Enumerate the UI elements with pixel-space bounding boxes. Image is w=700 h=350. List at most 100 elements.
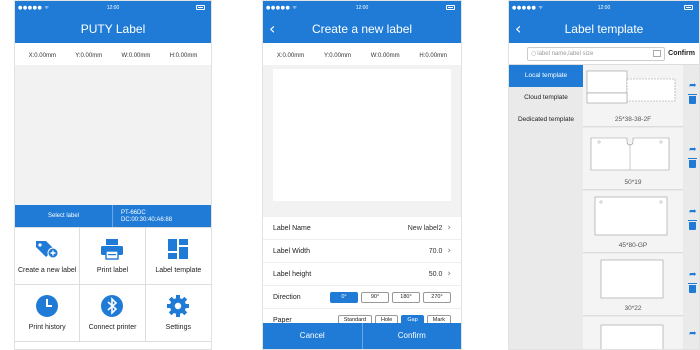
app-header: ‹ Create a new label bbox=[263, 15, 461, 43]
label-name-label: Label Name bbox=[273, 224, 311, 232]
template-body: Local template Cloud template Dedicated … bbox=[509, 65, 699, 349]
label-template-text: Label template bbox=[155, 267, 202, 274]
page-title: Create a new label bbox=[311, 22, 413, 36]
template-actions: ➦ bbox=[688, 81, 699, 104]
label-canvas[interactable] bbox=[273, 69, 451, 201]
main-menu-grid: Create a new label Print label Label tem… bbox=[15, 227, 211, 342]
status-time: 12:00 bbox=[597, 5, 611, 11]
back-icon[interactable]: ‹ bbox=[269, 15, 275, 43]
battery-icon bbox=[446, 5, 455, 10]
select-label-button[interactable]: Select label bbox=[15, 205, 113, 227]
clock-icon bbox=[36, 295, 59, 317]
device-info[interactable]: PT-66DC DC:00:30:40:A6:88 bbox=[113, 205, 211, 227]
template-grid-icon bbox=[168, 239, 189, 259]
category-sidebar: Local template Cloud template Dedicated … bbox=[509, 65, 583, 349]
print-history-text: Print history bbox=[28, 324, 66, 331]
label-width-row[interactable]: Label Width 70.0 › bbox=[263, 240, 461, 263]
delete-icon[interactable] bbox=[688, 220, 697, 230]
direction-label: Direction bbox=[273, 293, 301, 301]
search-input[interactable]: ○ label name,label size bbox=[527, 46, 666, 61]
dimension-readout: X:0.00mm Y:0.00mm W:0.00mm H:0.00mm bbox=[263, 43, 461, 65]
share-icon[interactable]: ➦ bbox=[689, 207, 699, 217]
print-label-text: Print label bbox=[96, 267, 129, 274]
status-time: 12:00 bbox=[106, 5, 120, 11]
template-card[interactable]: 30*22 bbox=[583, 254, 683, 316]
template-card[interactable]: 50*19 bbox=[583, 128, 683, 190]
h-readout: H:0.00mm bbox=[169, 53, 198, 59]
create-label-screen: ●●●●● ᯤ 12:00 ‹ Create a new label X:0.0… bbox=[262, 0, 462, 350]
cancel-button[interactable]: Cancel bbox=[263, 323, 363, 349]
action-footer: Cancel Confirm bbox=[263, 323, 461, 349]
template-actions: ➦ bbox=[688, 270, 699, 293]
w-readout: W:0.00mm bbox=[370, 53, 400, 59]
category-cloud[interactable]: Cloud template bbox=[509, 87, 583, 109]
template-thumbnail bbox=[590, 137, 670, 171]
label-template-button[interactable]: Label template bbox=[145, 228, 211, 285]
template-thumbnail bbox=[600, 324, 664, 349]
label-width-value: 70.0 bbox=[428, 247, 443, 255]
template-actions: ➦ bbox=[689, 329, 699, 339]
label-height-row[interactable]: Label height 50.0 › bbox=[263, 263, 461, 286]
chevron-right-icon: › bbox=[447, 246, 451, 256]
direction-option-0[interactable]: 0° bbox=[330, 291, 358, 303]
share-icon[interactable]: ➦ bbox=[689, 145, 699, 155]
app-header: ‹ Label template bbox=[509, 15, 699, 43]
label-name-value: New label2 bbox=[407, 224, 443, 232]
scan-icon[interactable] bbox=[653, 50, 662, 57]
label-canvas[interactable] bbox=[15, 65, 211, 205]
connect-printer-text: Connect printer bbox=[88, 324, 137, 331]
template-name: 45*80-GP bbox=[618, 242, 648, 249]
template-thumbnail bbox=[600, 259, 664, 299]
direction-row: Direction 0° 90° 180° 270° bbox=[263, 286, 461, 309]
label-template-screen: ●●●●● ᯤ 12:00 ‹ Label template ○ label n… bbox=[508, 0, 700, 350]
template-card[interactable]: 25*38-38-2F bbox=[583, 65, 683, 127]
settings-button[interactable]: Settings bbox=[145, 285, 211, 342]
chevron-right-icon: › bbox=[447, 269, 451, 279]
battery-icon bbox=[684, 5, 693, 10]
template-card[interactable]: 45*80-GP bbox=[583, 191, 683, 253]
delete-icon[interactable] bbox=[688, 283, 697, 293]
label-preview bbox=[263, 65, 461, 205]
create-label-button[interactable]: Create a new label bbox=[15, 228, 81, 285]
search-confirm-button[interactable]: Confirm bbox=[668, 50, 695, 57]
label-name-row[interactable]: Label Name New label2 › bbox=[263, 217, 461, 240]
label-height-value: 50.0 bbox=[428, 270, 443, 278]
category-local[interactable]: Local template bbox=[509, 65, 583, 87]
select-bar: Select label PT-66DC DC:00:30:40:A6:88 bbox=[15, 205, 211, 227]
print-history-button[interactable]: Print history bbox=[15, 285, 81, 342]
delete-icon[interactable] bbox=[688, 94, 697, 104]
template-name: 25*38-38-2F bbox=[614, 116, 652, 123]
template-thumbnail bbox=[586, 70, 676, 104]
print-label-button[interactable]: Print label bbox=[80, 228, 146, 285]
h-readout: H:0.00mm bbox=[419, 53, 448, 59]
bluetooth-icon bbox=[101, 295, 124, 317]
app-header: PUTY Label bbox=[15, 15, 211, 43]
share-icon[interactable]: ➦ bbox=[689, 81, 699, 91]
device-model: PT-66DC bbox=[121, 210, 146, 216]
search-icon: ○ bbox=[531, 50, 537, 57]
page-title: PUTY Label bbox=[80, 22, 146, 36]
share-icon[interactable]: ➦ bbox=[689, 270, 699, 280]
template-actions: ➦ bbox=[688, 145, 699, 168]
template-name: 30*22 bbox=[624, 305, 642, 312]
template-card[interactable] bbox=[583, 317, 683, 349]
dimension-readout: X:0.00mm Y:0.00mm W:0.00mm H:0.00mm bbox=[15, 43, 211, 65]
direction-option-270[interactable]: 270° bbox=[423, 291, 451, 303]
status-bar: ●●●●● ᯤ 12:00 bbox=[509, 1, 699, 15]
x-readout: X:0.00mm bbox=[28, 53, 56, 59]
back-icon[interactable]: ‹ bbox=[515, 15, 521, 43]
page-title: Label template bbox=[564, 22, 644, 36]
status-bar: ●●●●● ᯤ 12:00 bbox=[15, 1, 211, 15]
device-address: DC:00:30:40:A6:88 bbox=[121, 217, 173, 223]
direction-option-90[interactable]: 90° bbox=[361, 291, 389, 303]
label-height-label: Label height bbox=[273, 270, 312, 278]
share-icon[interactable]: ➦ bbox=[689, 329, 699, 339]
connect-printer-button[interactable]: Connect printer bbox=[80, 285, 146, 342]
template-thumbnail bbox=[594, 196, 668, 236]
category-dedicated[interactable]: Dedicated template bbox=[509, 109, 583, 131]
direction-option-180[interactable]: 180° bbox=[392, 291, 420, 303]
chevron-right-icon: › bbox=[447, 223, 451, 233]
home-screen: ●●●●● ᯤ 12:00 PUTY Label X:0.00mm Y:0.00… bbox=[14, 0, 212, 350]
delete-icon[interactable] bbox=[688, 158, 697, 168]
confirm-button[interactable]: Confirm bbox=[363, 323, 462, 349]
